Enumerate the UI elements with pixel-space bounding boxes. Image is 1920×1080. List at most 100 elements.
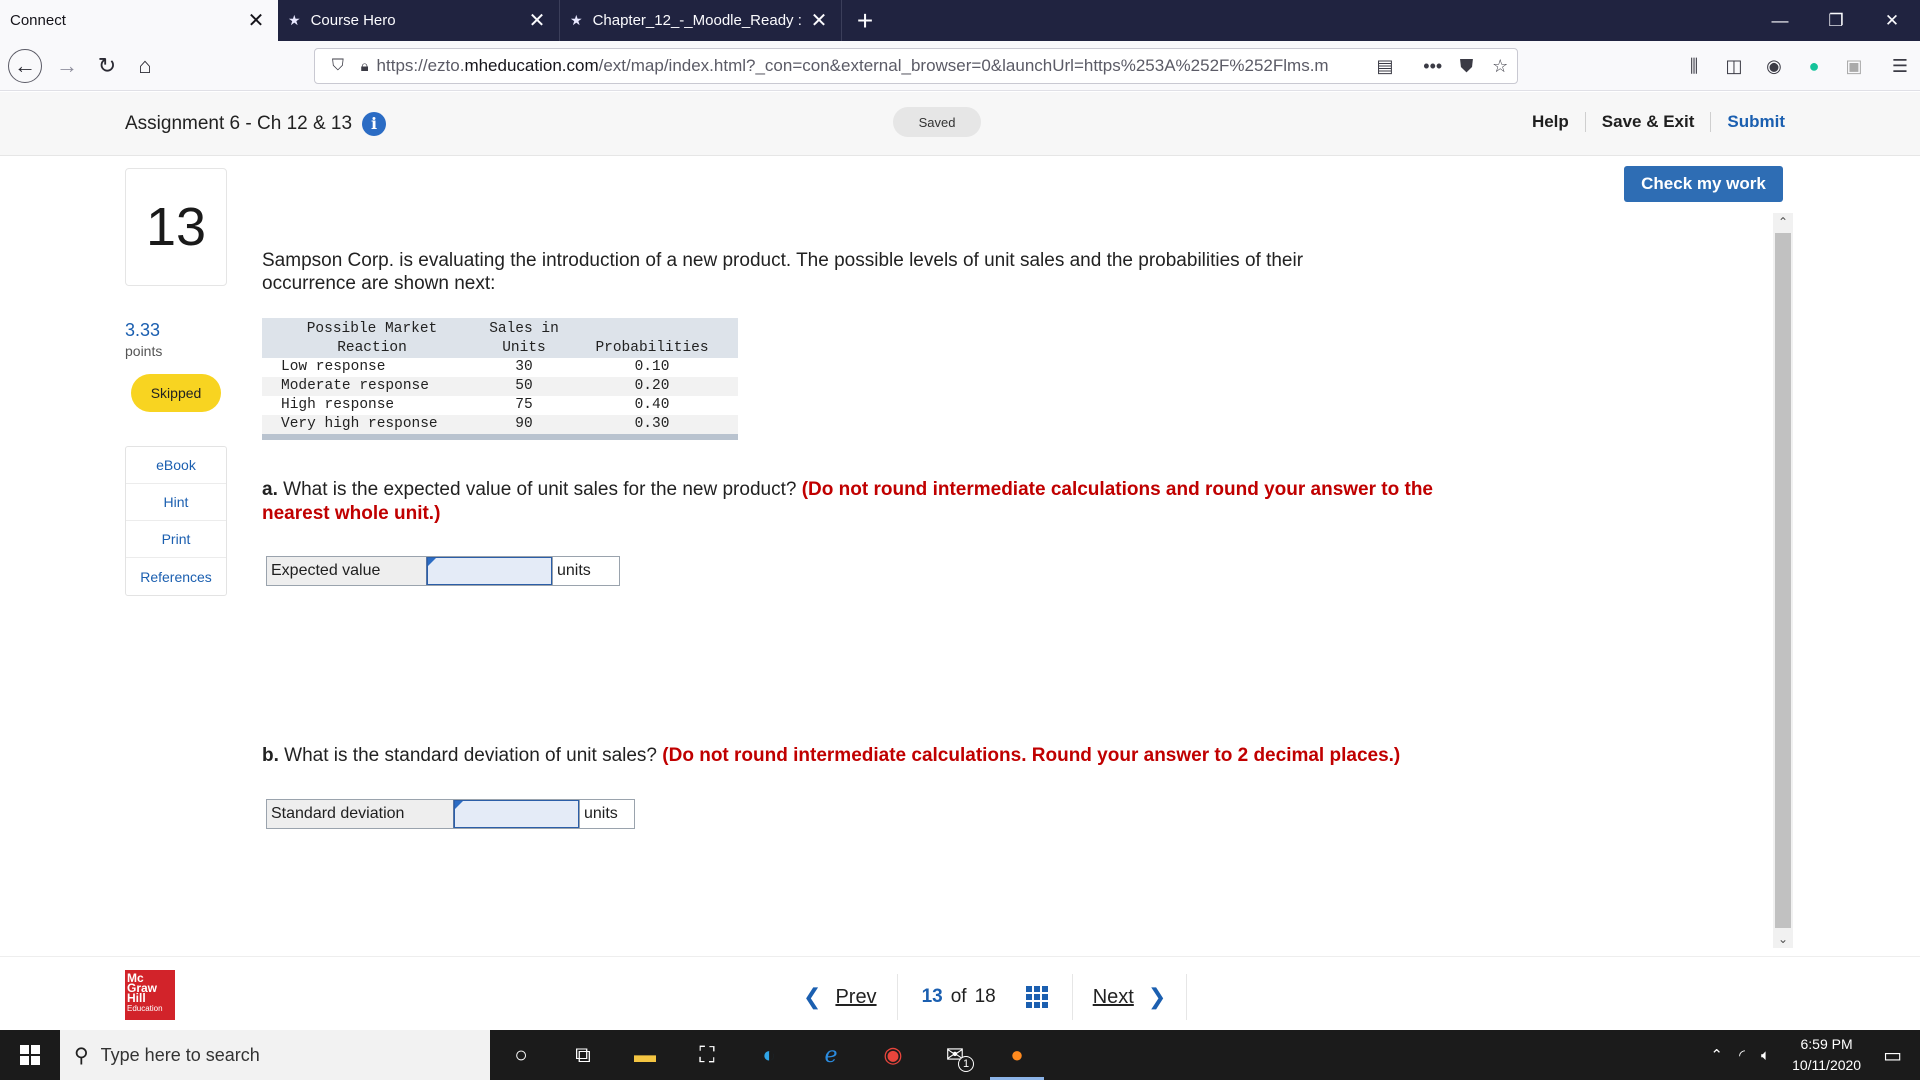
library-icon[interactable]: ⫼ [1674, 56, 1714, 77]
url-text[interactable]: https://ezto.mheducation.com/ext/map/ind… [377, 56, 1369, 76]
tab-title: Course Hero [310, 12, 396, 29]
part-a-question: a. What is the expected value of unit sa… [262, 478, 1442, 526]
url-path: /ext/map/index.html?_con=con&external_br… [598, 56, 1329, 75]
saved-status: Saved [893, 107, 981, 137]
question-number: 13 [125, 168, 227, 286]
back-arrow-icon[interactable]: ← [8, 49, 42, 83]
windows-start-icon[interactable] [0, 1030, 60, 1080]
close-icon[interactable]: ✕ [807, 8, 831, 33]
submit-button[interactable]: Submit [1711, 112, 1785, 132]
cortana-icon[interactable]: ○ [490, 1030, 552, 1080]
file-explorer-icon[interactable]: ▬ [614, 1030, 676, 1080]
ebook-link[interactable]: eBook [126, 447, 226, 484]
scrollbar-thumb[interactable] [1775, 233, 1791, 928]
lock-icon[interactable]: 🔒︎ [353, 58, 377, 75]
expected-value-label: Expected value [267, 557, 427, 585]
cell-units: 75 [515, 397, 533, 413]
close-icon[interactable]: ✕ [244, 8, 268, 33]
cell-units: 50 [482, 377, 566, 396]
clock[interactable]: 6:59 PM 10/11/2020 [1792, 1034, 1861, 1076]
grammarly-icon[interactable]: ● [1794, 56, 1834, 77]
content-scrollbar[interactable]: ⌃ ⌄ [1773, 213, 1793, 948]
part-a-text: What is the expected value of unit sales… [277, 479, 802, 500]
header-prob-blank [566, 318, 738, 339]
part-a-letter: a. [262, 479, 278, 500]
menu-icon[interactable]: ☰ [1880, 56, 1920, 77]
chrome-icon[interactable]: ◉ [862, 1030, 924, 1080]
grid-icon[interactable] [1025, 986, 1048, 1008]
scroll-down-icon[interactable]: ⌄ [1773, 930, 1793, 948]
clock-date: 10/11/2020 [1792, 1057, 1862, 1073]
assignment-header: Assignment 6 - Ch 12 & 13 i Saved Help S… [0, 92, 1920, 156]
url-domain: mheducation.com [464, 56, 599, 75]
scroll-up-icon[interactable]: ⌃ [1773, 213, 1793, 231]
tray-icons[interactable]: ⌃ ◜ 🔈︎ [1710, 1046, 1776, 1064]
status-badge: Skipped [131, 374, 221, 412]
cell-units: 90 [482, 415, 566, 437]
header-units: Units [482, 339, 566, 358]
page-indicator[interactable]: 13 of 18 [898, 986, 1072, 1008]
extension-icon[interactable]: ▣ [1834, 56, 1874, 77]
home-icon[interactable]: ⌂ [128, 49, 162, 83]
url-bar[interactable]: ⛉ 🔒︎ https://ezto.mheducation.com/ext/ma… [314, 48, 1518, 84]
table-row: Moderate response 50 0.20 [262, 377, 738, 396]
restore-icon[interactable]: ❐ [1808, 0, 1864, 41]
cell-prob: 0.20 [566, 377, 738, 396]
mcgraw-hill-logo: Mc Graw Hill Education [125, 970, 175, 1020]
reload-icon[interactable]: ↻ [90, 49, 124, 83]
notification-icon[interactable]: ▭ [1883, 1043, 1902, 1068]
print-link[interactable]: Print [126, 521, 226, 558]
table-header-row: Possible Market Sales in [262, 318, 738, 339]
bookmark-star-icon[interactable]: ☆ [1483, 56, 1517, 77]
table-header-row: Reaction Units Probabilities [262, 339, 738, 358]
tab-course-hero[interactable]: ★ Course Hero ✕ [278, 0, 560, 41]
check-my-work-button[interactable]: Check my work [1624, 166, 1783, 202]
tab-chapter-12[interactable]: ★ Chapter_12_-_Moodle_Ready : ✕ [560, 0, 842, 41]
shield-icon[interactable]: ⛉ [323, 57, 353, 75]
mail-icon[interactable]: ✉ 1 [924, 1030, 986, 1080]
firefox-icon[interactable]: ● [986, 1030, 1048, 1080]
table-row: High response 75 0.40 [262, 396, 738, 415]
search-icon: ⚲ [74, 1044, 89, 1067]
account-icon[interactable]: ◉ [1754, 56, 1794, 77]
expected-value-answer-row: Expected value units [266, 556, 620, 586]
tab-connect[interactable]: Connect ✕ [0, 0, 278, 41]
new-tab-icon[interactable]: + [842, 0, 888, 41]
help-button[interactable]: Help [1516, 112, 1586, 132]
internet-explorer-icon[interactable]: e [800, 1030, 862, 1080]
task-view-icon[interactable]: ⧉ [552, 1030, 614, 1080]
sidebar-icon[interactable]: ◫ [1714, 56, 1754, 77]
next-button[interactable]: Next ❯ [1071, 974, 1188, 1020]
hint-link[interactable]: Hint [126, 484, 226, 521]
browser-tab-bar: Connect ✕ ★ Course Hero ✕ ★ Chapter_12_-… [0, 0, 1920, 41]
assignment-footer: Mc Graw Hill Education ❮ Prev 13 of 18 N… [0, 956, 1920, 1029]
save-exit-button[interactable]: Save & Exit [1586, 112, 1712, 132]
part-b-instruction: (Do not round intermediate calculations.… [662, 745, 1401, 766]
reader-view-icon[interactable]: ▤ [1368, 56, 1402, 77]
header-actions: Help Save & Exit Submit [1516, 112, 1785, 132]
store-icon[interactable]: ⛶ [676, 1030, 738, 1080]
close-icon[interactable]: ✕ [525, 8, 549, 33]
taskbar-search-input[interactable]: ⚲ Type here to search [60, 1030, 490, 1080]
close-window-icon[interactable]: ✕ [1864, 0, 1920, 41]
pocket-icon[interactable]: ⛊ [1450, 56, 1484, 77]
more-actions-icon[interactable]: ••• [1416, 56, 1450, 77]
browser-nav-bar: ← → ↻ ⌂ ⛉ 🔒︎ https://ezto.mheducation.co… [0, 41, 1920, 91]
forward-arrow-icon[interactable]: → [50, 49, 84, 83]
expected-value-input[interactable] [427, 557, 552, 585]
total-pages: 18 [974, 986, 996, 1007]
clock-time: 6:59 PM [1800, 1036, 1853, 1052]
edge-icon[interactable]: ◐ [738, 1030, 800, 1080]
prev-button[interactable]: ❮ Prev [783, 974, 898, 1020]
standard-deviation-input[interactable] [454, 800, 579, 828]
question-pager: ❮ Prev 13 of 18 Next ❯ [783, 974, 1188, 1020]
info-icon[interactable]: i [362, 112, 387, 136]
minimize-icon[interactable]: — [1752, 0, 1808, 41]
assignment-title: Assignment 6 - Ch 12 & 13 i [125, 112, 387, 136]
header-probabilities: Probabilities [566, 339, 738, 358]
standard-deviation-label: Standard deviation [267, 800, 454, 828]
star-icon: ★ [570, 12, 583, 28]
current-page: 13 [921, 986, 943, 1007]
part-b-letter: b. [262, 745, 279, 766]
references-link[interactable]: References [126, 558, 226, 595]
